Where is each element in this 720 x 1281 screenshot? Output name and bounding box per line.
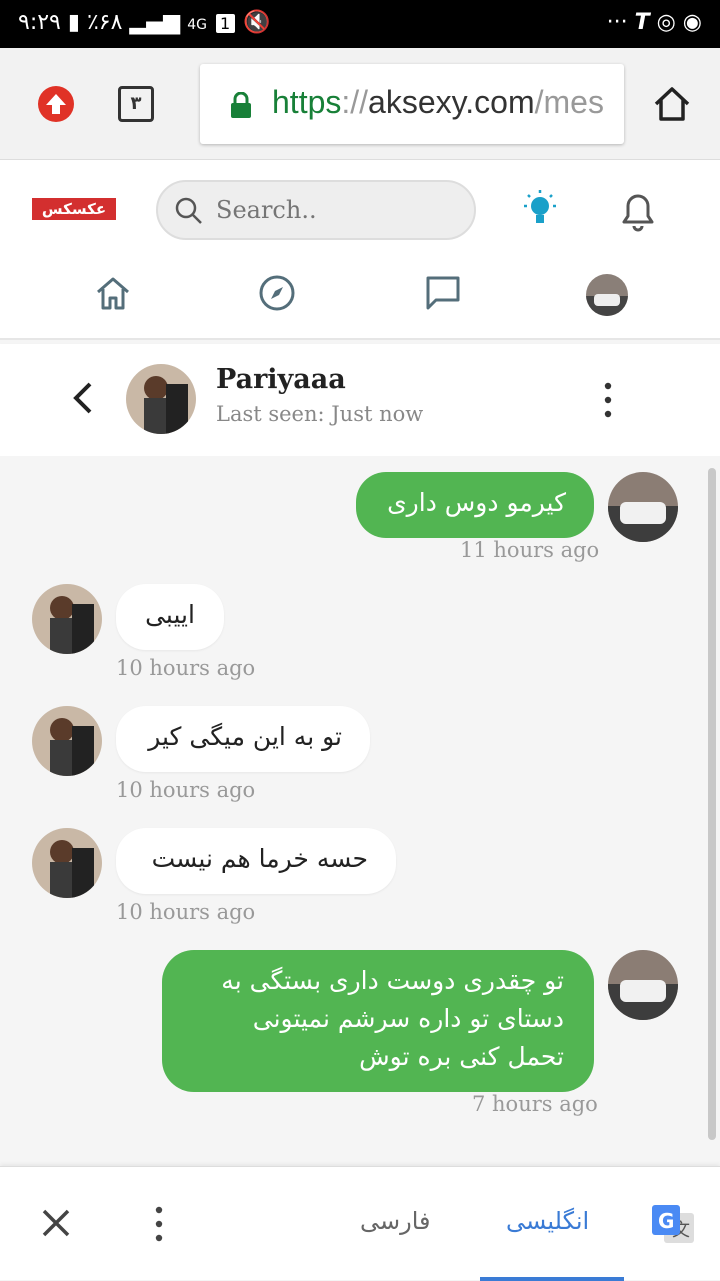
chat-header: Pariyaaa Last seen: Just now bbox=[0, 344, 720, 456]
my-avatar[interactable] bbox=[608, 950, 678, 1020]
message-bubble-incoming[interactable]: حسه خرما هم نیست bbox=[116, 828, 396, 894]
lock-icon bbox=[231, 92, 251, 118]
tab-switcher-button[interactable]: ۳ bbox=[118, 86, 154, 122]
my-avatar[interactable] bbox=[608, 472, 678, 542]
sim-indicator: 1 bbox=[215, 14, 236, 33]
close-icon[interactable] bbox=[40, 1207, 72, 1239]
source-language-tab[interactable]: فارسی bbox=[360, 1207, 431, 1235]
planet-icon: ◎ bbox=[656, 10, 676, 35]
notifications-bell-icon[interactable] bbox=[616, 188, 660, 234]
nav-profile-avatar[interactable] bbox=[586, 274, 628, 316]
lightbulb-icon[interactable] bbox=[518, 188, 562, 232]
status-right: ··· T ◎ ◉ bbox=[607, 10, 702, 35]
message-timestamp: 10 hours ago bbox=[116, 656, 256, 680]
upload-button[interactable] bbox=[38, 86, 74, 122]
site-header: عکسکس bbox=[0, 160, 720, 340]
app-t-icon: T bbox=[634, 10, 650, 35]
contact-message-avatar[interactable] bbox=[32, 828, 102, 898]
signal-icon: ▂▄▆ bbox=[129, 10, 181, 35]
nav-explore-compass-icon[interactable] bbox=[258, 274, 296, 312]
scrollbar[interactable] bbox=[708, 468, 716, 1140]
search-input[interactable] bbox=[216, 192, 456, 228]
url-scheme: https bbox=[272, 84, 342, 120]
site-logo[interactable]: عکسکس bbox=[32, 198, 116, 220]
url-separator: :// bbox=[341, 84, 369, 120]
message-timestamp: 7 hours ago bbox=[472, 1092, 598, 1116]
mute-icon: 🔇 bbox=[243, 10, 272, 35]
address-bar[interactable]: https://aksexy.com/mes bbox=[200, 64, 624, 144]
message-timestamp: 10 hours ago bbox=[116, 778, 256, 802]
network-type: 4G bbox=[187, 17, 208, 33]
url-text: https://aksexy.com/mes bbox=[272, 84, 604, 121]
contact-message-avatar[interactable] bbox=[32, 706, 102, 776]
home-button-icon[interactable] bbox=[652, 84, 692, 124]
browser-toolbar: ۳ https://aksexy.com/mes bbox=[0, 48, 720, 160]
more-options-icon[interactable] bbox=[600, 380, 616, 420]
message-list[interactable]: کیرمو دوس داری 11 hours ago اییبی 10 hou… bbox=[0, 456, 720, 1166]
more-notifications-icon: ··· bbox=[606, 10, 628, 35]
contact-name: Pariyaaa bbox=[216, 364, 346, 395]
contact-avatar[interactable] bbox=[126, 364, 196, 434]
nav-messages-icon[interactable] bbox=[424, 274, 462, 312]
status-time: ۹:۲۹ bbox=[18, 10, 61, 35]
message-timestamp: 10 hours ago bbox=[116, 900, 256, 924]
back-chevron-icon[interactable] bbox=[70, 380, 96, 416]
battery-icon: ▮ bbox=[67, 10, 80, 35]
last-seen-status: Last seen: Just now bbox=[216, 402, 424, 426]
message-bubble-incoming[interactable]: تو به این میگی کیر bbox=[116, 706, 370, 772]
selected-tab-indicator bbox=[480, 1277, 624, 1281]
nav-home-icon[interactable] bbox=[94, 274, 132, 312]
svg-text:G: G bbox=[658, 1209, 674, 1233]
message-bubble-outgoing[interactable]: کیرمو دوس داری bbox=[356, 472, 594, 538]
message-bubble-incoming[interactable]: اییبی bbox=[116, 584, 224, 650]
arrow-up-icon bbox=[46, 94, 66, 114]
search-box[interactable] bbox=[156, 180, 476, 240]
target-language-tab[interactable]: انگلیسی bbox=[506, 1207, 589, 1235]
message-timestamp: 11 hours ago bbox=[460, 538, 600, 562]
contact-message-avatar[interactable] bbox=[32, 584, 102, 654]
battery-percent: ٪۶۸ bbox=[86, 10, 123, 35]
status-left: ۹:۲۹ ▮ ٪۶۸ ▂▄▆ 4G 1 🔇 bbox=[18, 10, 272, 35]
url-host: aksexy.com bbox=[368, 84, 535, 120]
url-path: /mes bbox=[534, 84, 604, 120]
chrome-icon: ◉ bbox=[682, 10, 702, 35]
message-bubble-outgoing[interactable]: تو چقدری دوست داری بستگی به دستای تو دار… bbox=[162, 950, 594, 1092]
google-translate-icon: 文 G bbox=[652, 1205, 694, 1243]
search-icon bbox=[175, 197, 202, 224]
status-bar: ۹:۲۹ ▮ ٪۶۸ ▂▄▆ 4G 1 🔇 ··· T ◎ ◉ bbox=[0, 0, 720, 48]
translate-bar: فارسی انگلیسی 文 G bbox=[0, 1166, 720, 1281]
translate-menu-icon[interactable] bbox=[152, 1205, 166, 1243]
